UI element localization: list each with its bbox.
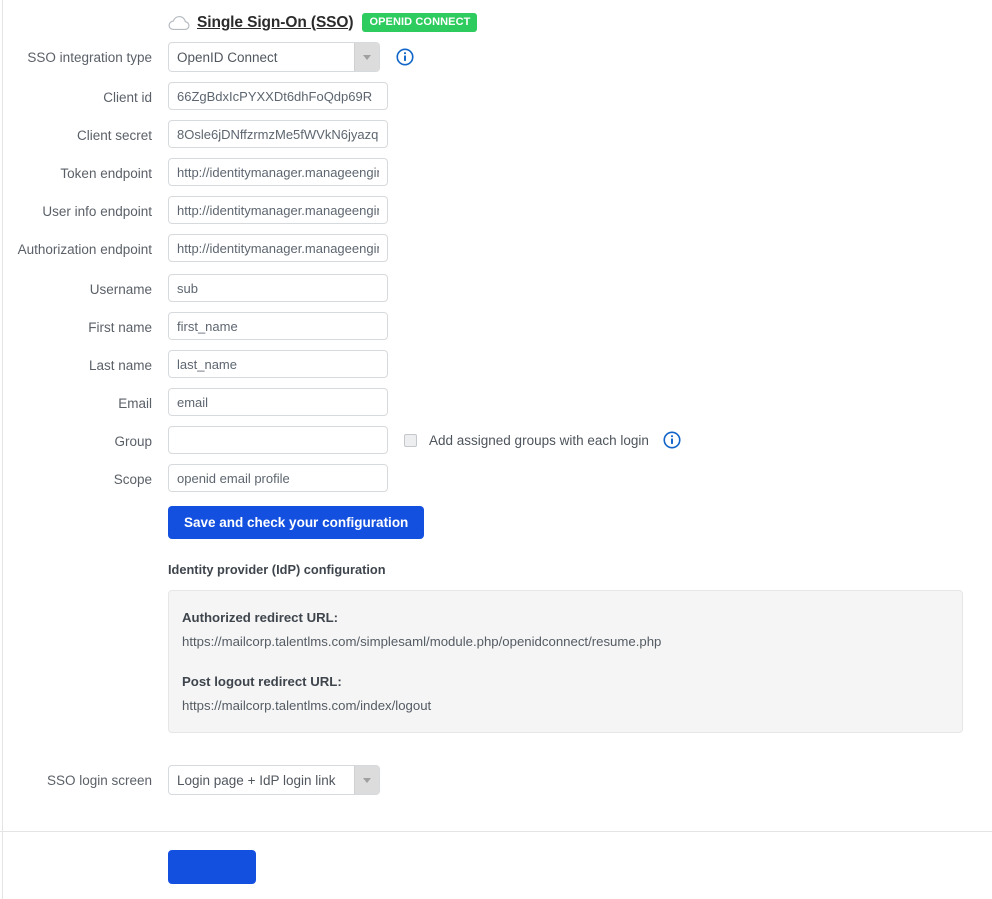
group-input[interactable] [168,426,388,454]
field-email [168,388,388,416]
first-name-input[interactable] [168,312,388,340]
section-divider [0,831,992,832]
label-client-secret: Client secret [0,120,152,145]
save-button-wrap: Save and check your configuration [168,506,992,539]
label-sso-login-screen: SSO login screen [0,765,152,790]
field-client-id [168,82,388,110]
sso-header: Single Sign-On (SSO) OPENID CONNECT [0,0,992,34]
bottom-button-wrap [168,850,992,888]
add-assigned-groups-checkbox[interactable] [404,434,417,447]
label-authorization-endpoint: Authorization endpoint [0,234,152,259]
save-and-check-configuration-button[interactable]: Save and check your configuration [168,506,424,539]
chevron-down-icon[interactable] [354,766,379,794]
sso-integration-type-value: OpenID Connect [169,50,278,65]
field-authorization-endpoint [168,234,388,262]
page-title: Single Sign-On (SSO) [197,14,353,32]
field-client-secret [168,120,388,148]
label-token-endpoint: Token endpoint [0,158,152,183]
field-last-name [168,350,388,378]
info-icon[interactable] [380,48,414,66]
form-row-user-info-endpoint: User info endpoint [0,196,992,224]
email-input[interactable] [168,388,388,416]
field-sso-login-screen: Login page + IdP login link [168,765,380,795]
form-row-token-endpoint: Token endpoint [0,158,992,186]
add-assigned-groups-label: Add assigned groups with each login [429,433,649,448]
form-row-scope: Scope [0,464,992,492]
authorized-redirect-url-value: https://mailcorp.talentlms.com/simplesam… [182,634,949,649]
idp-configuration-heading: Identity provider (IdP) configuration [168,562,992,577]
status-badge: OPENID CONNECT [362,13,477,32]
form-row-sso-login-screen: SSO login screen Login page + IdP login … [0,765,992,795]
client-secret-input[interactable] [168,120,388,148]
label-email: Email [0,388,152,413]
scope-input[interactable] [168,464,388,492]
last-name-input[interactable] [168,350,388,378]
label-last-name: Last name [0,350,152,375]
field-token-endpoint [168,158,388,186]
form-row-client-id: Client id [0,82,992,110]
user-info-endpoint-input[interactable] [168,196,388,224]
client-id-input[interactable] [168,82,388,110]
sso-login-screen-select[interactable]: Login page + IdP login link [168,765,380,795]
form-row-authorization-endpoint: Authorization endpoint [0,234,992,262]
authorization-endpoint-input[interactable] [168,234,388,262]
form-row-last-name: Last name [0,350,992,378]
authorized-redirect-url-label: Authorized redirect URL: [182,610,949,625]
post-logout-redirect-url-value: https://mailcorp.talentlms.com/index/log… [182,698,949,713]
field-first-name [168,312,388,340]
field-scope [168,464,388,492]
page-left-border [2,0,3,899]
field-sso-integration-type: OpenID Connect [168,42,414,72]
label-group: Group [0,426,152,451]
sso-login-screen-value: Login page + IdP login link [169,773,336,788]
idp-configuration-box: Authorized redirect URL: https://mailcor… [168,590,963,733]
bottom-submit-button[interactable] [168,850,256,884]
label-sso-integration-type: SSO integration type [0,42,152,67]
label-scope: Scope [0,464,152,489]
label-client-id: Client id [0,82,152,107]
form-row-first-name: First name [0,312,992,340]
field-username [168,274,388,302]
form-row-email: Email [0,388,992,416]
label-user-info-endpoint: User info endpoint [0,196,152,221]
field-user-info-endpoint [168,196,388,224]
label-first-name: First name [0,312,152,337]
username-input[interactable] [168,274,388,302]
chevron-down-icon[interactable] [354,43,379,71]
form-row-client-secret: Client secret [0,120,992,148]
cloud-icon [168,15,190,31]
info-icon[interactable] [649,431,681,449]
form-row-sso-integration-type: SSO integration type OpenID Connect [0,42,992,72]
post-logout-redirect-url-label: Post logout redirect URL: [182,674,949,689]
token-endpoint-input[interactable] [168,158,388,186]
form-row-username: Username [0,274,992,302]
sso-integration-type-select[interactable]: OpenID Connect [168,42,380,72]
add-assigned-groups-checkbox-group: Add assigned groups with each login [404,431,681,449]
form-row-group: Group Add assigned groups with each logi… [0,426,992,454]
field-group: Add assigned groups with each login [168,426,681,454]
label-username: Username [0,274,152,299]
